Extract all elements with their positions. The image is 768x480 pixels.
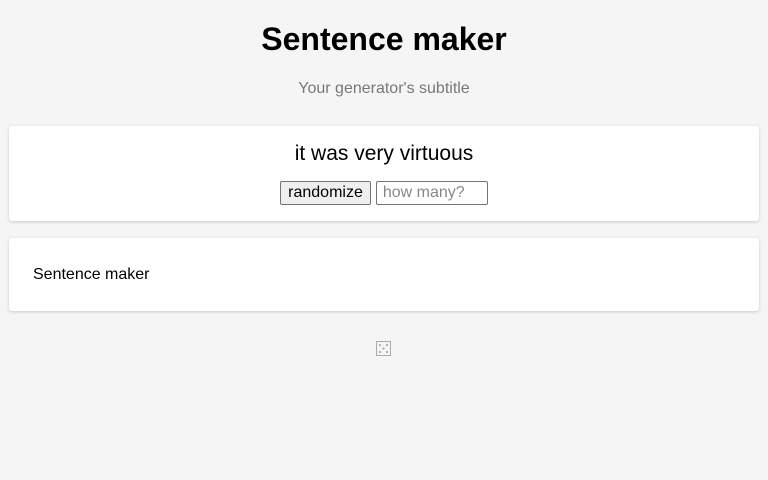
generator-controls: randomize (9, 181, 759, 205)
generated-sentence[interactable]: it was very virtuous (9, 142, 759, 166)
dice-icon[interactable] (376, 341, 391, 356)
generator-page: Sentence maker Your generator's subtitle… (0, 0, 768, 480)
randomize-button[interactable]: randomize (280, 181, 371, 205)
page-subtitle: Your generator's subtitle (298, 80, 470, 97)
output-card: it was very virtuous randomize (9, 126, 759, 221)
description-card: Sentence maker (9, 238, 759, 311)
description-text: Sentence maker (33, 266, 150, 283)
page-title: Sentence maker (261, 21, 507, 57)
how-many-input[interactable] (375, 181, 488, 205)
